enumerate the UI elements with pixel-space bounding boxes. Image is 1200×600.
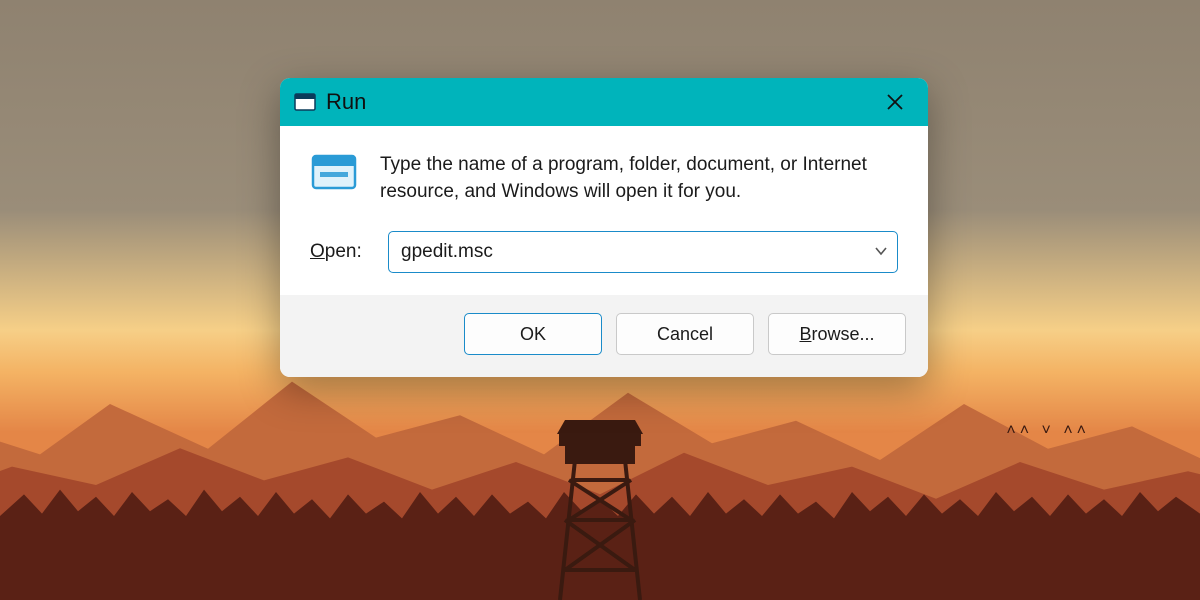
run-dialog: Run Type the name of a program, folder, … bbox=[280, 78, 928, 377]
cancel-button[interactable]: Cancel bbox=[616, 313, 754, 355]
dialog-title: Run bbox=[326, 89, 366, 115]
wallpaper-birds: ˄˄ ˅ ˄˄ bbox=[1006, 422, 1090, 440]
dialog-description: Type the name of a program, folder, docu… bbox=[380, 152, 898, 205]
ok-button[interactable]: OK bbox=[464, 313, 602, 355]
dialog-footer: OK Cancel Browse... bbox=[280, 295, 928, 377]
run-program-icon bbox=[310, 152, 358, 192]
close-icon bbox=[886, 93, 904, 111]
titlebar[interactable]: Run bbox=[280, 78, 928, 126]
open-combobox[interactable] bbox=[388, 231, 898, 273]
open-input[interactable] bbox=[388, 231, 898, 273]
wallpaper-watchtower bbox=[535, 400, 665, 600]
browse-button[interactable]: Browse... bbox=[768, 313, 906, 355]
run-titlebar-icon bbox=[294, 93, 316, 111]
open-label: Open: bbox=[310, 241, 370, 263]
close-button[interactable] bbox=[876, 83, 914, 121]
dialog-body: Type the name of a program, folder, docu… bbox=[280, 126, 928, 295]
